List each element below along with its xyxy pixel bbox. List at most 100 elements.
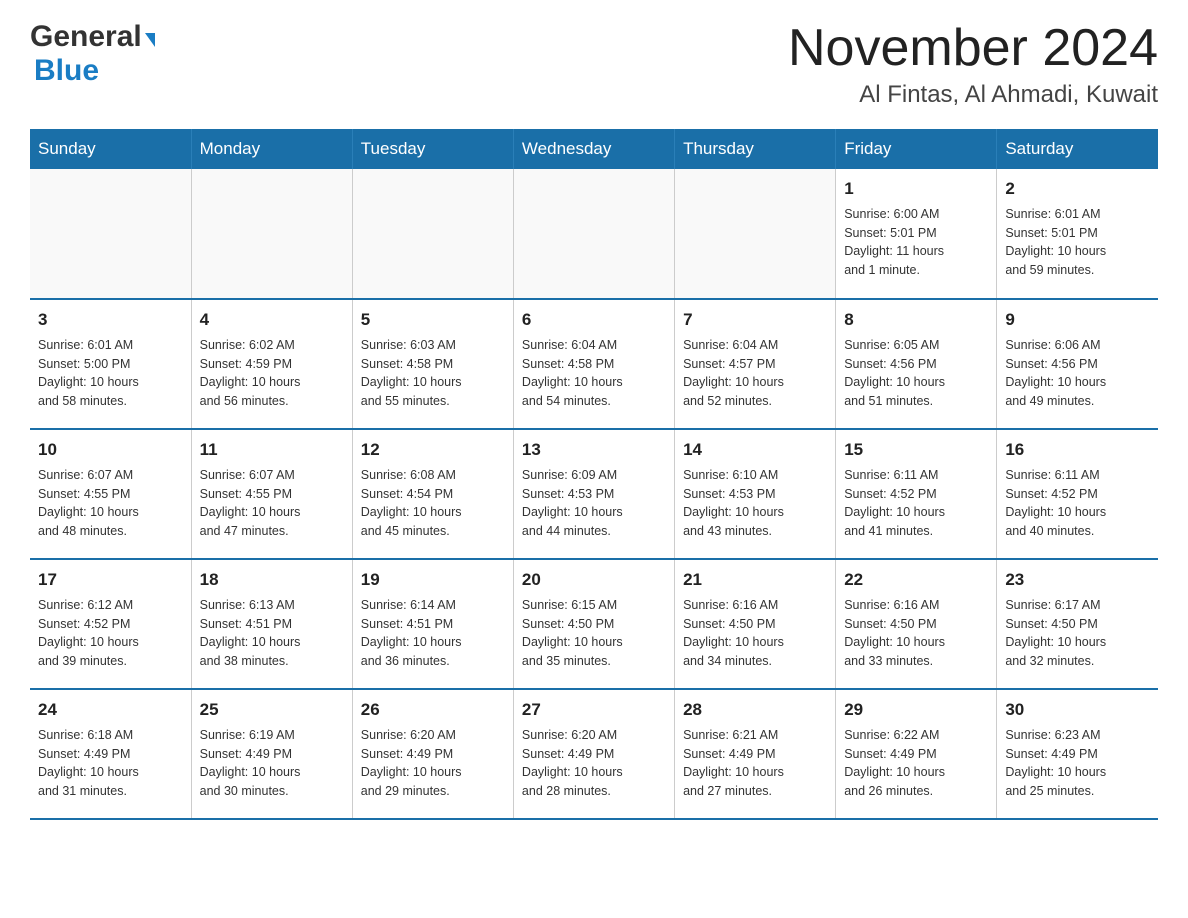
calendar-cell: 27 Sunrise: 6:20 AM Sunset: 4:49 PM Dayli… [513,689,674,819]
weekday-header-thursday: Thursday [675,129,836,169]
calendar-cell: 25 Sunrise: 6:19 AM Sunset: 4:49 PM Dayli… [191,689,352,819]
day-number: 18 [200,568,344,593]
day-number: 5 [361,308,505,333]
day-info: Sunrise: 6:08 AM Sunset: 4:54 PM Dayligh… [361,466,505,541]
day-number: 26 [361,698,505,723]
calendar-cell: 10Sunrise: 6:07 AM Sunset: 4:55 PM Dayli… [30,429,191,559]
day-number: 24 [38,698,183,723]
calendar-cell: 6 Sunrise: 6:04 AM Sunset: 4:58 PM Daylig… [513,299,674,429]
logo-blue-text: Blue [34,54,99,87]
day-number: 17 [38,568,183,593]
day-info: Sunrise: 6:11 AM Sunset: 4:52 PM Dayligh… [844,466,988,541]
day-info: Sunrise: 6:01 AM Sunset: 5:00 PM Dayligh… [38,336,183,411]
month-title: November 2024 [788,20,1158,77]
header: General Blue November 2024 Al Fintas, Al… [30,20,1158,109]
day-number: 28 [683,698,827,723]
day-info: Sunrise: 6:16 AM Sunset: 4:50 PM Dayligh… [844,596,988,671]
day-info: Sunrise: 6:06 AM Sunset: 4:56 PM Dayligh… [1005,336,1150,411]
calendar-cell: 28 Sunrise: 6:21 AM Sunset: 4:49 PM Dayli… [675,689,836,819]
title-area: November 2024 Al Fintas, Al Ahmadi, Kuwa… [788,20,1158,109]
calendar-cell: 30 Sunrise: 6:23 AM Sunset: 4:49 PM Dayli… [997,689,1158,819]
day-info: Sunrise: 6:04 AM Sunset: 4:57 PM Dayligh… [683,336,827,411]
day-info: Sunrise: 6:02 AM Sunset: 4:59 PM Dayligh… [200,336,344,411]
calendar-cell: 1 Sunrise: 6:00 AM Sunset: 5:01 PM Daylig… [836,169,997,299]
calendar-week-row: 10Sunrise: 6:07 AM Sunset: 4:55 PM Dayli… [30,429,1158,559]
calendar-cell: 17 Sunrise: 6:12 AM Sunset: 4:52 PM Dayli… [30,559,191,689]
weekday-header-sunday: Sunday [30,129,191,169]
day-number: 8 [844,308,988,333]
calendar-cell [513,169,674,299]
calendar-week-row: 1 Sunrise: 6:00 AM Sunset: 5:01 PM Daylig… [30,169,1158,299]
day-number: 25 [200,698,344,723]
day-info: Sunrise: 6:11 AM Sunset: 4:52 PM Dayligh… [1005,466,1150,541]
logo-general-text: General [30,20,142,54]
day-number: 3 [38,308,183,333]
day-info: Sunrise: 6:18 AM Sunset: 4:49 PM Dayligh… [38,726,183,801]
day-info: Sunrise: 6:14 AM Sunset: 4:51 PM Dayligh… [361,596,505,671]
day-number: 13 [522,438,666,463]
day-number: 6 [522,308,666,333]
calendar-cell: 23Sunrise: 6:17 AM Sunset: 4:50 PM Dayli… [997,559,1158,689]
calendar-cell: 29Sunrise: 6:22 AM Sunset: 4:49 PM Dayli… [836,689,997,819]
day-number: 4 [200,308,344,333]
calendar-cell: 2 Sunrise: 6:01 AM Sunset: 5:01 PM Daylig… [997,169,1158,299]
calendar-cell: 14Sunrise: 6:10 AM Sunset: 4:53 PM Dayli… [675,429,836,559]
day-info: Sunrise: 6:22 AM Sunset: 4:49 PM Dayligh… [844,726,988,801]
day-info: Sunrise: 6:19 AM Sunset: 4:49 PM Dayligh… [200,726,344,801]
calendar-cell: 7 Sunrise: 6:04 AM Sunset: 4:57 PM Daylig… [675,299,836,429]
day-number: 7 [683,308,827,333]
day-number: 15 [844,438,988,463]
day-info: Sunrise: 6:21 AM Sunset: 4:49 PM Dayligh… [683,726,827,801]
day-number: 20 [522,568,666,593]
day-number: 9 [1005,308,1150,333]
weekday-header-saturday: Saturday [997,129,1158,169]
day-info: Sunrise: 6:12 AM Sunset: 4:52 PM Dayligh… [38,596,183,671]
day-info: Sunrise: 6:16 AM Sunset: 4:50 PM Dayligh… [683,596,827,671]
weekday-header-wednesday: Wednesday [513,129,674,169]
day-info: Sunrise: 6:00 AM Sunset: 5:01 PM Dayligh… [844,205,988,280]
day-number: 19 [361,568,505,593]
day-number: 22 [844,568,988,593]
day-number: 12 [361,438,505,463]
calendar-cell: 4 Sunrise: 6:02 AM Sunset: 4:59 PM Daylig… [191,299,352,429]
day-info: Sunrise: 6:04 AM Sunset: 4:58 PM Dayligh… [522,336,666,411]
day-info: Sunrise: 6:03 AM Sunset: 4:58 PM Dayligh… [361,336,505,411]
calendar-cell [675,169,836,299]
day-info: Sunrise: 6:01 AM Sunset: 5:01 PM Dayligh… [1005,205,1150,280]
calendar-cell: 20 Sunrise: 6:15 AM Sunset: 4:50 PM Dayli… [513,559,674,689]
calendar-cell: 18 Sunrise: 6:13 AM Sunset: 4:51 PM Dayli… [191,559,352,689]
calendar-cell: 8 Sunrise: 6:05 AM Sunset: 4:56 PM Daylig… [836,299,997,429]
day-info: Sunrise: 6:07 AM Sunset: 4:55 PM Dayligh… [38,466,183,541]
day-info: Sunrise: 6:23 AM Sunset: 4:49 PM Dayligh… [1005,726,1150,801]
calendar-cell: 3 Sunrise: 6:01 AM Sunset: 5:00 PM Daylig… [30,299,191,429]
calendar-cell: 5 Sunrise: 6:03 AM Sunset: 4:58 PM Daylig… [352,299,513,429]
day-number: 2 [1005,177,1150,202]
calendar-cell [352,169,513,299]
weekday-header-monday: Monday [191,129,352,169]
day-info: Sunrise: 6:09 AM Sunset: 4:53 PM Dayligh… [522,466,666,541]
day-info: Sunrise: 6:15 AM Sunset: 4:50 PM Dayligh… [522,596,666,671]
calendar-cell: 22 Sunrise: 6:16 AM Sunset: 4:50 PM Dayli… [836,559,997,689]
calendar-cell: 16 Sunrise: 6:11 AM Sunset: 4:52 PM Dayli… [997,429,1158,559]
calendar-cell: 19 Sunrise: 6:14 AM Sunset: 4:51 PM Dayli… [352,559,513,689]
calendar-cell: 15 Sunrise: 6:11 AM Sunset: 4:52 PM Dayli… [836,429,997,559]
day-info: Sunrise: 6:13 AM Sunset: 4:51 PM Dayligh… [200,596,344,671]
calendar-cell [30,169,191,299]
location-title: Al Fintas, Al Ahmadi, Kuwait [788,81,1158,109]
calendar-cell: 12 Sunrise: 6:08 AM Sunset: 4:54 PM Dayli… [352,429,513,559]
calendar-cell: 21 Sunrise: 6:16 AM Sunset: 4:50 PM Dayli… [675,559,836,689]
calendar-cell: 11Sunrise: 6:07 AM Sunset: 4:55 PM Dayli… [191,429,352,559]
day-number: 11 [200,438,344,463]
day-number: 1 [844,177,988,202]
calendar-week-row: 3 Sunrise: 6:01 AM Sunset: 5:00 PM Daylig… [30,299,1158,429]
day-number: 14 [683,438,827,463]
calendar-week-row: 24 Sunrise: 6:18 AM Sunset: 4:49 PM Dayli… [30,689,1158,819]
calendar-table: SundayMondayTuesdayWednesdayThursdayFrid… [30,129,1158,820]
day-info: Sunrise: 6:20 AM Sunset: 4:49 PM Dayligh… [522,726,666,801]
day-info: Sunrise: 6:05 AM Sunset: 4:56 PM Dayligh… [844,336,988,411]
day-info: Sunrise: 6:17 AM Sunset: 4:50 PM Dayligh… [1005,596,1150,671]
day-number: 30 [1005,698,1150,723]
day-number: 21 [683,568,827,593]
day-number: 27 [522,698,666,723]
day-number: 16 [1005,438,1150,463]
